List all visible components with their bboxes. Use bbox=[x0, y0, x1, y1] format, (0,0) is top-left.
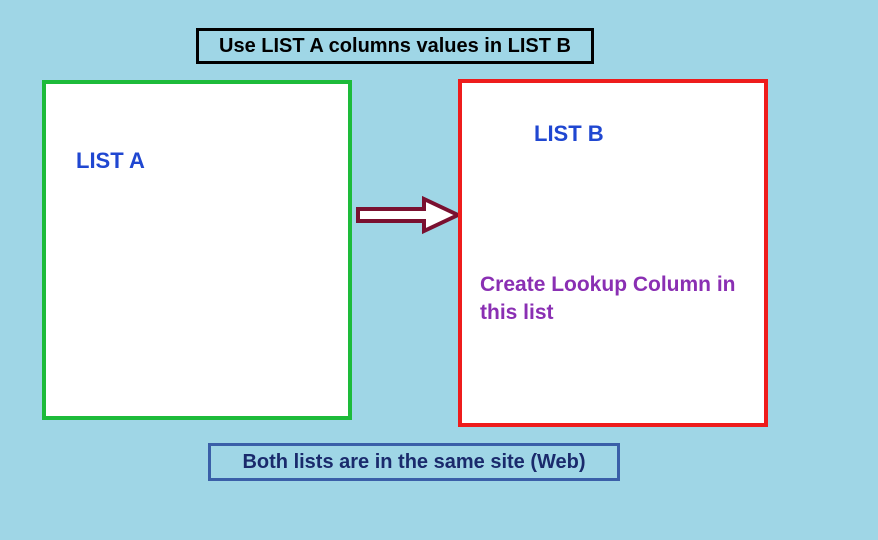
footer-box: Both lists are in the same site (Web) bbox=[208, 443, 620, 481]
list-b-description: Create Lookup Column in this list bbox=[480, 271, 760, 328]
arrow-icon bbox=[356, 195, 461, 235]
title-text: Use LIST A columns values in LIST B bbox=[219, 35, 571, 58]
list-b-box: LIST B Create Lookup Column in this list bbox=[458, 79, 768, 427]
footer-text: Both lists are in the same site (Web) bbox=[242, 451, 585, 474]
list-b-label: LIST B bbox=[534, 121, 604, 147]
list-a-label: LIST A bbox=[76, 148, 145, 174]
title-box: Use LIST A columns values in LIST B bbox=[196, 28, 594, 64]
list-a-box: LIST A bbox=[42, 80, 352, 420]
